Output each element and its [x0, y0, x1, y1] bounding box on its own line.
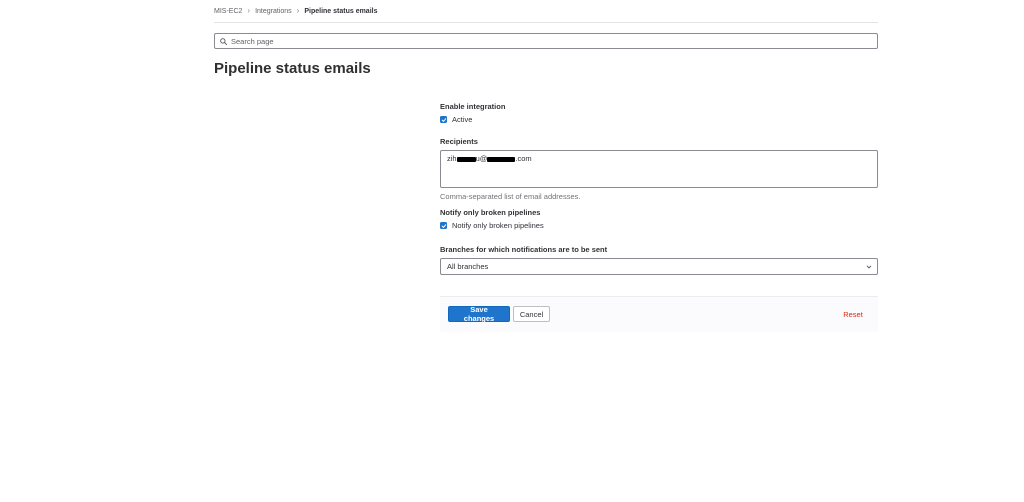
breadcrumb-item-integrations[interactable]: Integrations — [255, 8, 292, 15]
reset-button[interactable]: Reset — [840, 306, 866, 322]
recipients-value: zih u@ .com — [447, 154, 532, 163]
recipients-textarea[interactable]: zih u@ .com — [440, 150, 878, 188]
chevron-right-icon: › — [247, 6, 251, 15]
branches-select[interactable]: All branches — [440, 258, 878, 275]
chevron-right-icon: › — [296, 6, 300, 15]
active-checkbox[interactable] — [440, 116, 447, 123]
recipients-value-prefix: zih — [447, 154, 457, 163]
breadcrumb: MIS-EC2 › Integrations › Pipeline status… — [214, 5, 378, 17]
branches-select-value: All branches — [447, 262, 489, 271]
chevron-down-icon — [866, 265, 872, 268]
header-divider — [214, 22, 878, 23]
notify-broken-checkbox[interactable] — [440, 222, 447, 229]
breadcrumb-item-current[interactable]: Pipeline status emails — [304, 8, 377, 15]
search-icon — [220, 37, 227, 45]
enable-integration-label: Enable integration — [440, 102, 506, 111]
breadcrumb-item-project[interactable]: MIS-EC2 — [214, 8, 242, 15]
checkmark-icon — [441, 117, 446, 122]
recipients-label: Recipients — [440, 137, 478, 146]
recipients-value-suffix: .com — [515, 154, 532, 163]
notify-broken-checkbox-row[interactable]: Notify only broken pipelines — [440, 221, 544, 230]
checkmark-icon — [441, 223, 446, 228]
branches-label: Branches for which notifications are to … — [440, 245, 608, 254]
recipients-value-middle: u@ — [475, 154, 488, 163]
search-box[interactable] — [214, 33, 878, 49]
page: MIS-EC2 › Integrations › Pipeline status… — [0, 0, 1024, 502]
cancel-button[interactable]: Cancel — [513, 306, 550, 322]
page-title: Pipeline status emails — [214, 60, 371, 77]
search-input[interactable] — [231, 36, 831, 46]
redaction-mark — [487, 156, 516, 162]
notify-broken-checkbox-label: Notify only broken pipelines — [452, 221, 544, 230]
save-changes-button[interactable]: Save changes — [448, 305, 510, 323]
notify-broken-label: Notify only broken pipelines — [440, 208, 541, 217]
recipients-help-text: Comma-separated list of email addresses. — [440, 192, 581, 201]
redaction-mark — [456, 156, 476, 162]
active-checkbox-row[interactable]: Active — [440, 115, 472, 124]
form-actions: Save changes Cancel Reset — [440, 296, 878, 332]
active-checkbox-label: Active — [452, 115, 473, 124]
